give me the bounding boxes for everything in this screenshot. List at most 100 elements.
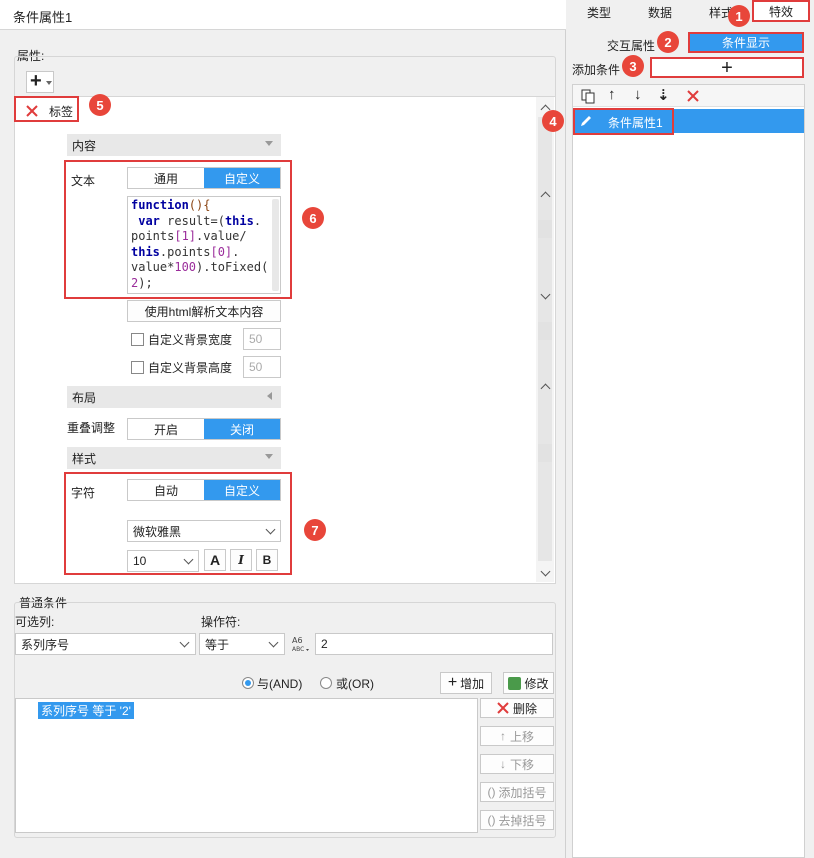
close-icon	[497, 702, 509, 714]
remove-bracket-icon: ()	[487, 813, 496, 827]
tab-type[interactable]: 类型	[587, 4, 611, 21]
move-down-button[interactable]: ↓ 下移	[480, 754, 554, 774]
overlap-toggle[interactable]: 开启 关闭	[127, 418, 281, 440]
annotation-box-4	[573, 108, 674, 135]
panel-title: 条件属性1	[13, 10, 73, 25]
arrow-up-icon: ↑	[499, 729, 506, 743]
add-condition-item-button[interactable]: + 增加	[440, 672, 492, 694]
chevron-down-icon	[179, 637, 190, 648]
annotation-box-7	[64, 472, 292, 575]
operator-select[interactable]: 等于	[199, 633, 285, 655]
custom-bg-height-checkbox[interactable]	[131, 361, 144, 374]
annotation-box-6	[64, 160, 292, 299]
annotation-badge-2: 2	[657, 31, 679, 53]
add-bracket-button[interactable]: () 添加括号	[480, 782, 554, 802]
delete-button[interactable]: 删除	[480, 698, 554, 718]
scroll-thumb[interactable]	[538, 322, 552, 340]
value-type-icon[interactable]: A6 ABC	[290, 634, 312, 654]
delete-button-label: 删除	[512, 701, 537, 716]
collapse-arrow-icon[interactable]	[265, 454, 273, 459]
annotation-badge-5: 5	[89, 94, 111, 116]
custom-bg-width-label: 自定义背景宽度	[148, 333, 233, 347]
style-section-header[interactable]: 样式	[67, 447, 281, 469]
tab-bar: 类型 数据 样式 特效	[567, 0, 814, 24]
condition-list-item[interactable]: 系列序号 等于 '2'	[38, 702, 134, 719]
svg-text:ABC: ABC	[292, 646, 304, 653]
expand-arrow-icon[interactable]	[267, 392, 272, 400]
collapse-arrow-icon[interactable]	[265, 141, 273, 146]
content-section-header[interactable]: 内容	[67, 134, 281, 156]
scroll-up-icon[interactable]	[537, 186, 553, 202]
add-button-label: 增加	[460, 676, 485, 691]
and-radio[interactable]	[242, 677, 254, 689]
condition-display-button[interactable]: 条件显示	[688, 32, 804, 53]
operator-value: 等于	[205, 637, 230, 652]
delete-icon[interactable]	[686, 89, 700, 106]
tab-effects[interactable]: 特效	[752, 0, 810, 22]
bracket-icon: ()	[487, 785, 496, 799]
add-condition-button[interactable]: +	[650, 57, 804, 78]
annotation-badge-6: 6	[302, 207, 324, 229]
tab-data[interactable]: 数据	[648, 4, 672, 21]
move-up-icon[interactable]: ↑	[608, 86, 616, 103]
move-up-button[interactable]: ↑ 上移	[480, 726, 554, 746]
add-condition-label: 添加条件	[572, 63, 621, 77]
tab-effects-label: 特效	[768, 4, 793, 19]
modify-button-label: 修改	[524, 676, 549, 691]
operator-label: 操作符:	[201, 615, 241, 629]
column-value: 系列序号	[21, 637, 70, 652]
html-parse-button[interactable]: 使用html解析文本内容	[127, 300, 281, 322]
scroll-thumb[interactable]	[538, 220, 552, 238]
layout-section-title: 布局	[72, 390, 97, 405]
move-up-label: 上移	[509, 729, 534, 744]
style-section-title: 样式	[72, 451, 97, 466]
interaction-label: 交互属性	[607, 39, 656, 53]
annotation-badge-7: 7	[304, 519, 326, 541]
content-scrollbar[interactable]	[536, 182, 554, 482]
annotation-badge-4: 4	[542, 110, 564, 132]
bg-height-input[interactable]: 50	[243, 356, 281, 378]
condition-display-label: 条件显示	[721, 36, 770, 50]
add-bracket-label: 添加括号	[498, 785, 547, 800]
move-down-icon[interactable]: ↓	[634, 86, 642, 103]
panel-title-bar: 条件属性1	[0, 0, 566, 30]
condition-list-panel	[572, 84, 805, 858]
move-bottom-icon[interactable]: ⇣	[657, 86, 670, 104]
bg-width-input[interactable]: 50	[243, 328, 281, 350]
left-panel: 条件属性1 属性: + 标签 5 内容 文本 通用 自定义 function()…	[0, 0, 566, 858]
scroll-up-icon[interactable]	[537, 378, 553, 394]
layout-section-header[interactable]: 布局	[67, 386, 281, 408]
plus-icon: +	[30, 70, 42, 92]
copy-icon[interactable]	[580, 88, 596, 104]
optional-column-label: 可选列:	[15, 615, 55, 629]
annotation-box-5	[14, 96, 79, 122]
column-select[interactable]: 系列序号	[15, 633, 196, 655]
condition-list[interactable]: 系列序号 等于 '2'	[15, 698, 478, 833]
scroll-down-icon[interactable]	[537, 288, 553, 304]
custom-bg-height-label: 自定义背景高度	[148, 361, 233, 375]
content-section-title: 内容	[72, 138, 97, 153]
list-toolbar: ↑ ↓ ⇣	[573, 85, 804, 107]
edit-icon	[508, 676, 522, 690]
scroll-thumb[interactable]	[538, 444, 552, 462]
scroll-down-icon[interactable]	[537, 565, 553, 581]
modify-button[interactable]: 修改	[503, 672, 554, 694]
or-radio[interactable]	[320, 677, 332, 689]
add-property-button[interactable]: +	[26, 70, 54, 93]
remove-bracket-label: 去掉括号	[498, 813, 547, 828]
annotation-badge-1: 1	[728, 5, 750, 27]
tab-on[interactable]: 开启	[128, 419, 204, 439]
plus-icon: +	[721, 56, 733, 79]
or-label: 或(OR)	[336, 677, 374, 691]
condition-value-input[interactable]: 2	[315, 633, 553, 655]
remove-bracket-button[interactable]: () 去掉括号	[480, 810, 554, 830]
chevron-down-icon	[268, 637, 279, 648]
right-panel: 类型 数据 样式 特效 1 交互属性 2 条件显示 添加条件 3 + ↑ ↓ ⇣…	[542, 0, 814, 858]
and-label: 与(AND)	[257, 677, 303, 691]
move-down-label: 下移	[509, 757, 534, 772]
plus-icon: +	[447, 674, 458, 691]
arrow-down-icon: ↓	[499, 757, 506, 771]
custom-bg-width-checkbox[interactable]	[131, 333, 144, 346]
tab-off[interactable]: 关闭	[204, 419, 280, 439]
svg-text:A6: A6	[292, 636, 303, 645]
